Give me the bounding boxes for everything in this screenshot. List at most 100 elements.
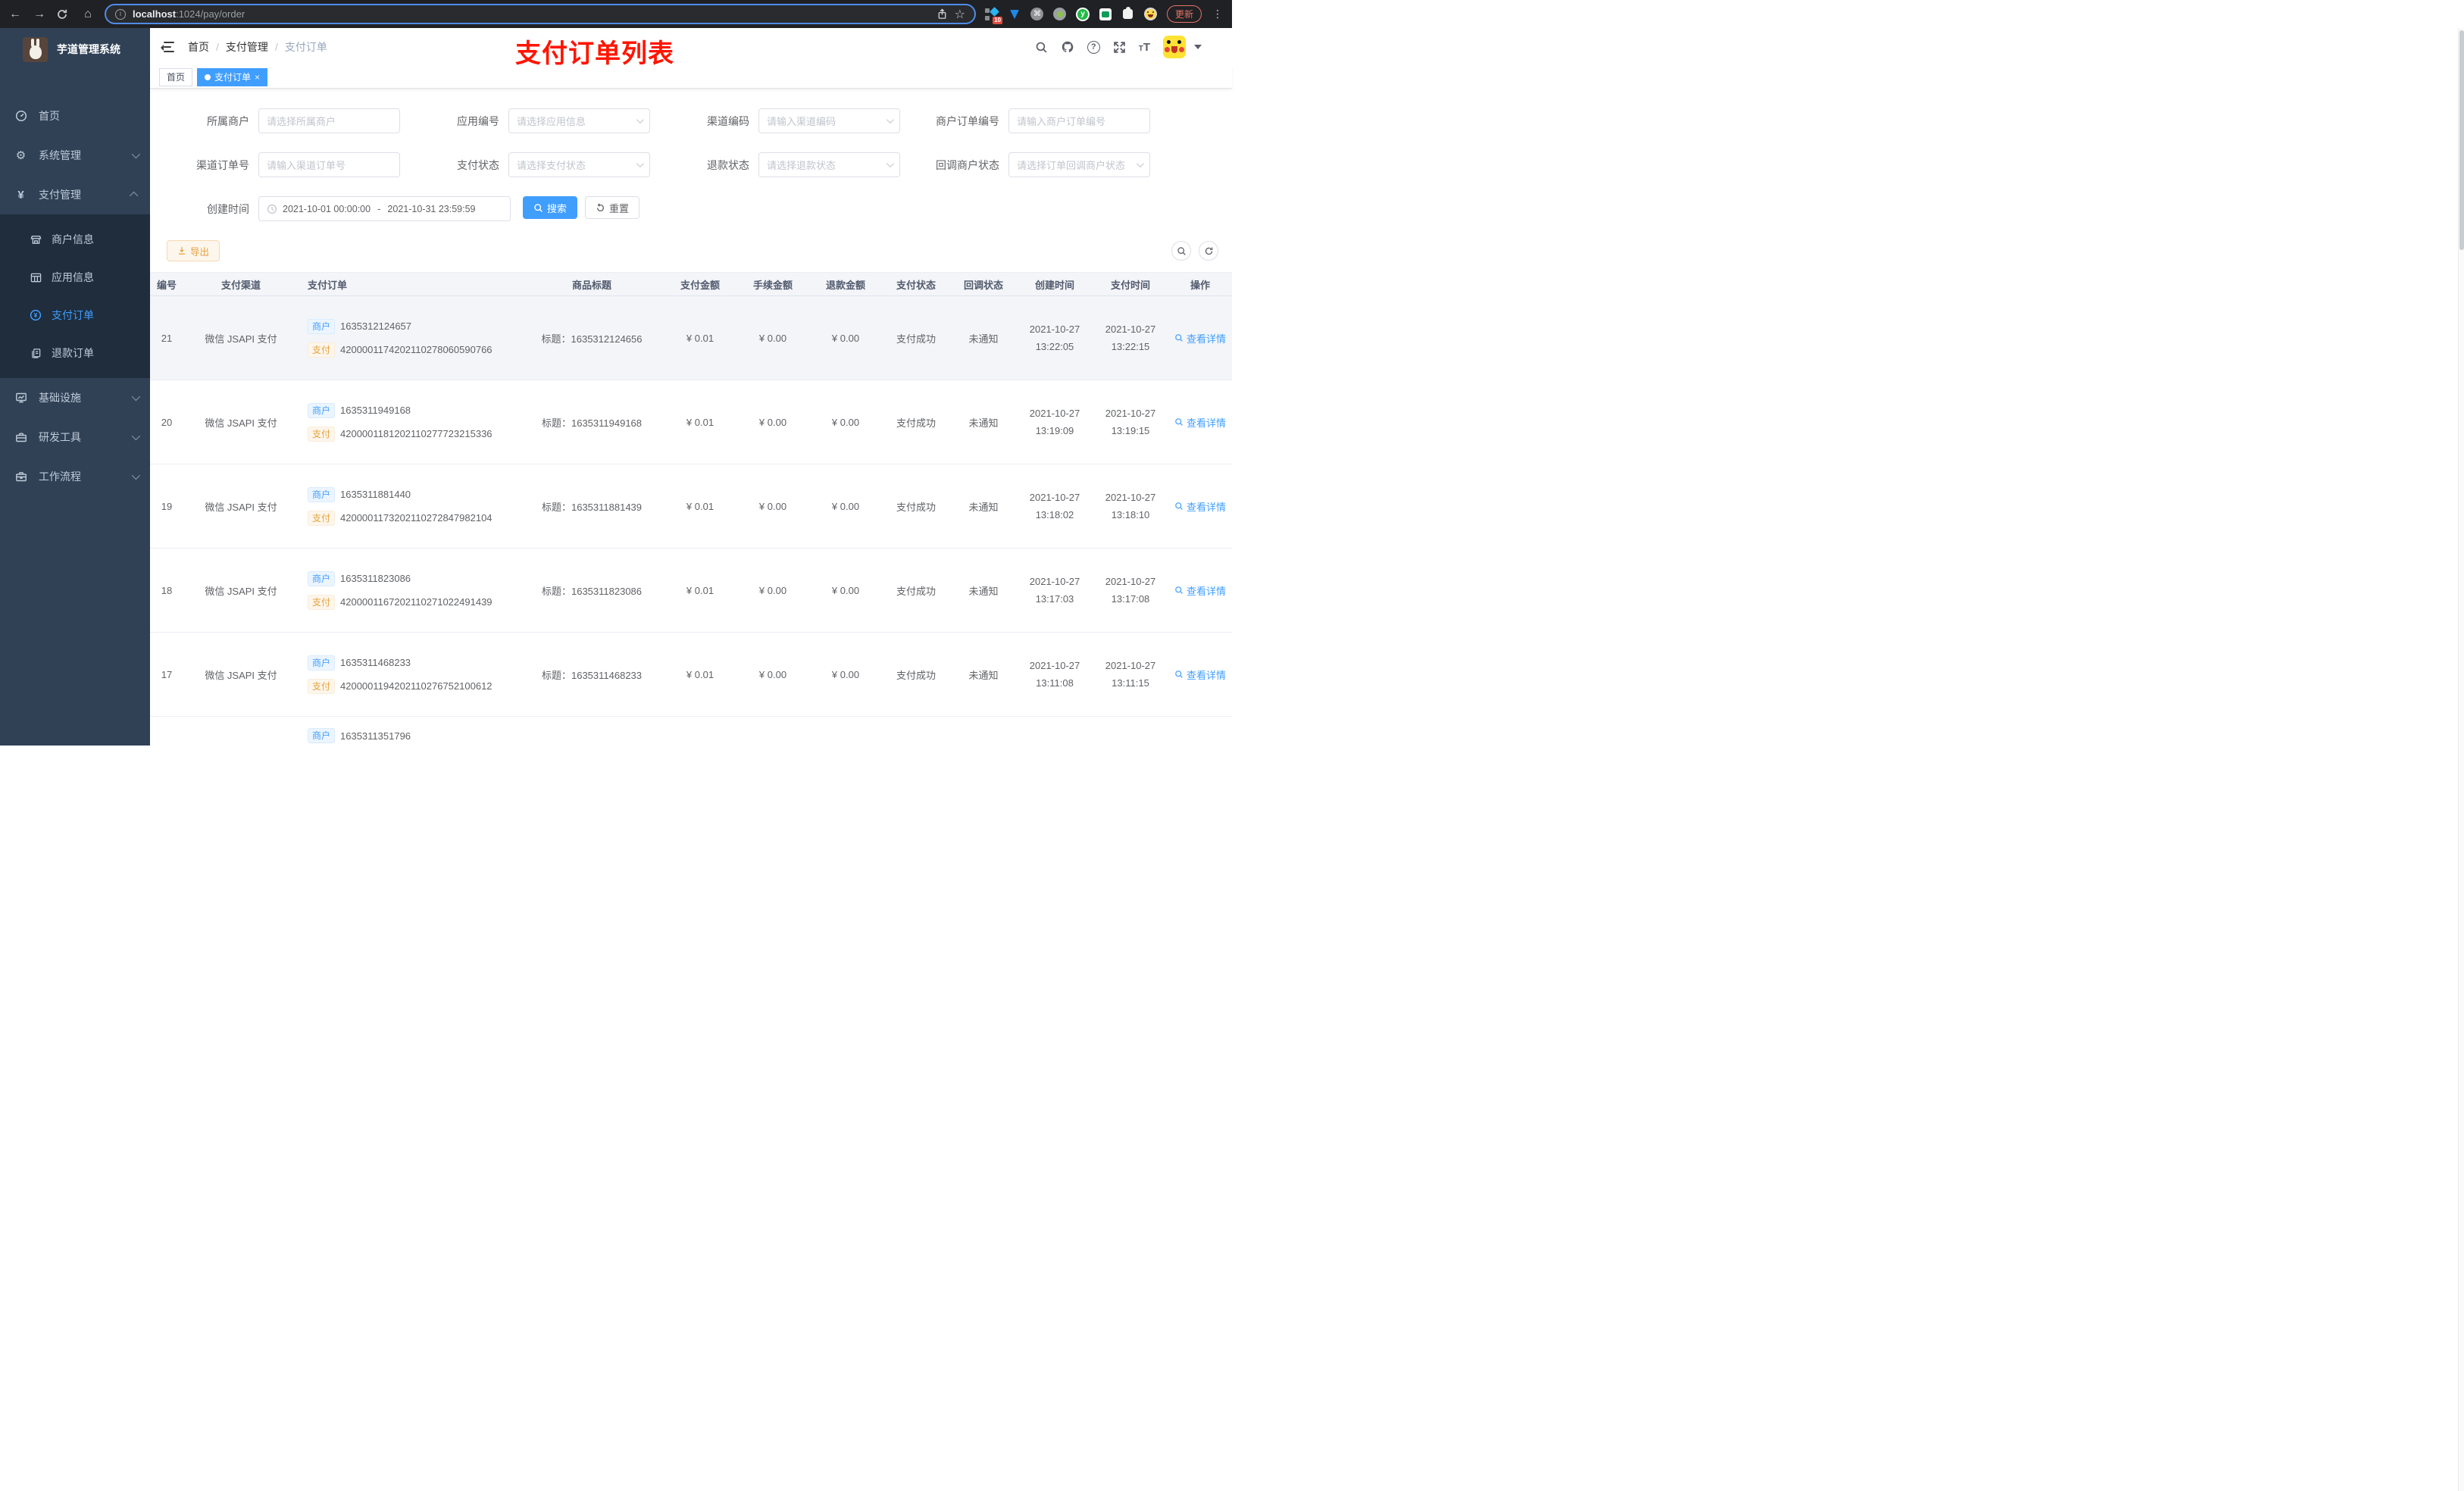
- hamburger-icon[interactable]: [161, 41, 174, 53]
- browser-forward-icon[interactable]: →: [32, 8, 47, 21]
- page-info-icon[interactable]: i: [115, 8, 126, 20]
- vertical-scrollbar: [2458, 28, 2464, 1491]
- sidebar-item-workflow[interactable]: 工作流程: [0, 457, 150, 496]
- tag-home[interactable]: 首页: [159, 67, 193, 86]
- channel-order-no-input[interactable]: 请输入渠道订单号: [258, 152, 400, 177]
- filter-merchant-order-no: 商户订单编号 请输入商户订单编号: [900, 108, 1150, 133]
- extension-puzzle-icon[interactable]: [1121, 7, 1135, 21]
- col-header-channel: 支付渠道: [220, 279, 261, 291]
- tag-pay-order[interactable]: 支付订单 ×: [197, 67, 268, 86]
- chevron-down-icon: [636, 116, 644, 124]
- sidebar-item-home[interactable]: 首页: [0, 96, 150, 136]
- search-icon[interactable]: [1035, 41, 1048, 54]
- app-select[interactable]: 请选择应用信息: [508, 108, 650, 133]
- cell-channel: 微信 JSAPI 支付: [205, 333, 277, 345]
- address-bar[interactable]: i localhost:1024/pay/order ☆: [105, 4, 976, 24]
- chevron-down-icon: [886, 160, 894, 168]
- sidebar-item-system[interactable]: ⚙ 系统管理: [0, 136, 150, 175]
- share-icon[interactable]: [937, 8, 948, 20]
- sidebar-item-label: 退款订单: [52, 347, 94, 359]
- cell-refund: ¥ 0.00: [831, 668, 860, 680]
- tag-close-icon[interactable]: ×: [255, 73, 260, 82]
- breadcrumb-pay[interactable]: 支付管理: [226, 39, 268, 55]
- bookmark-star-icon[interactable]: ☆: [955, 7, 965, 22]
- scrollbar-thumb[interactable]: [2459, 30, 2464, 250]
- channel-code-select[interactable]: 请输入渠道编码: [758, 108, 900, 133]
- sidebar-item-label: 研发工具: [39, 431, 81, 443]
- cell-fee: ¥ 0.00: [758, 500, 787, 512]
- cell-create-time: 2021-10-27 13:18:02: [1029, 491, 1080, 520]
- sidebar-item-dev-tools[interactable]: 研发工具: [0, 417, 150, 457]
- search-button-label: 搜索: [547, 202, 568, 214]
- extension-sketch-icon[interactable]: 10: [984, 6, 1002, 24]
- col-header-amount: 支付金额: [680, 279, 720, 291]
- view-detail-link[interactable]: 查看详情: [1168, 549, 1232, 632]
- sidebar-item-merchant-info[interactable]: 商户信息: [0, 220, 150, 258]
- avatar[interactable]: [1163, 36, 1186, 58]
- table-header-row: 编号 支付渠道 支付订单 商品标题 支付金额 手续金额 退款金额 支付状态 回调…: [150, 272, 1232, 296]
- cell-amount: ¥ 0.01: [686, 500, 714, 512]
- cell-fee: ¥ 0.00: [758, 668, 787, 680]
- view-detail-label: 查看详情: [1186, 585, 1226, 597]
- refresh-table-button[interactable]: [1199, 241, 1218, 261]
- merchant-order-no-input[interactable]: 请输入商户订单编号: [1008, 108, 1150, 133]
- reset-button[interactable]: 重置: [585, 196, 640, 219]
- browser-update-button[interactable]: 更新: [1166, 5, 1202, 23]
- show-search-toggle-button[interactable]: [1171, 241, 1191, 261]
- sidebar-item-refund-order[interactable]: 退款订单: [0, 334, 150, 372]
- filter-label: 所属商户: [207, 114, 249, 127]
- table-toolbar: 导出: [150, 240, 1232, 261]
- view-detail-link[interactable]: 查看详情: [1168, 380, 1232, 464]
- export-button[interactable]: 导出: [167, 240, 220, 261]
- cell-pay-time: 2021-10-27 13:11:15: [1105, 659, 1156, 689]
- page-content: 所属商户 请选择所属商户 应用编号 请选择应用信息 渠道编码 请输入渠道编码 商…: [150, 89, 1232, 746]
- filter-merchant: 所属商户 请选择所属商户: [150, 108, 400, 133]
- pay-status-select[interactable]: 请选择支付状态: [508, 152, 650, 177]
- sidebar-item-pay-order[interactable]: ¥ 支付订单: [0, 296, 150, 334]
- browser-reload-icon[interactable]: [56, 8, 71, 20]
- cell-channel: 微信 JSAPI 支付: [205, 669, 277, 681]
- shop-icon: [30, 234, 42, 245]
- chevron-down-icon: [131, 149, 141, 159]
- cell-amount: ¥ 0.01: [686, 332, 714, 344]
- extension-chat-icon[interactable]: [1099, 8, 1112, 21]
- view-detail-link[interactable]: 查看详情: [1168, 464, 1232, 548]
- sidebar-item-infra[interactable]: 基础设施: [0, 378, 150, 417]
- range-end: 2021-10-31 23:59:59: [387, 203, 476, 214]
- filter-create-time: 创建时间: [150, 196, 258, 221]
- font-size-icon[interactable]: TT: [1139, 41, 1150, 54]
- placeholder: 请选择应用信息: [517, 116, 586, 127]
- breadcrumb-home[interactable]: 首页: [188, 39, 209, 55]
- cell-pay-time: 2021-10-27 13:18:10: [1105, 491, 1156, 520]
- browser-back-icon[interactable]: ←: [8, 8, 23, 21]
- view-detail-label: 查看详情: [1186, 669, 1226, 681]
- toolbox-icon: [14, 431, 27, 443]
- avatar-caret-icon[interactable]: [1194, 45, 1202, 49]
- breadcrumb: 首页 / 支付管理 / 支付订单: [188, 39, 327, 55]
- callback-status-select[interactable]: 请选择订单回调商户状态: [1008, 152, 1150, 177]
- navbar-tools: ? TT: [1035, 36, 1202, 58]
- extension-y-icon[interactable]: y: [1075, 7, 1090, 21]
- help-icon[interactable]: ?: [1087, 40, 1100, 54]
- extension-gem-icon[interactable]: [1008, 8, 1021, 21]
- filter-channel-order-no: 渠道订单号 请输入渠道订单号: [150, 152, 400, 177]
- sidebar-item-pay[interactable]: ¥ 支付管理: [0, 175, 150, 214]
- view-detail-link[interactable]: 查看详情: [1168, 296, 1232, 380]
- extension-command-icon[interactable]: ⌘: [1030, 8, 1044, 21]
- search-button[interactable]: 搜索: [523, 196, 578, 219]
- extension-record-icon[interactable]: [1053, 8, 1067, 21]
- github-icon[interactable]: [1061, 40, 1074, 54]
- fullscreen-icon[interactable]: [1113, 41, 1126, 54]
- cell-title: 标题：1635311823086: [541, 585, 643, 597]
- extension-emoji-icon[interactable]: [1144, 8, 1158, 21]
- refund-status-select[interactable]: 请选择退款状态: [758, 152, 900, 177]
- sidebar-item-app-info[interactable]: 应用信息: [0, 258, 150, 296]
- create-time-range-picker[interactable]: 2021-10-01 00:00:00 - 2021-10-31 23:59:5…: [258, 196, 511, 221]
- filter-row-3: 创建时间 2021-10-01 00:00:00 - 2021-10-31 23…: [150, 196, 1232, 221]
- merchant-input[interactable]: 请选择所属商户: [258, 108, 400, 133]
- browser-menu-icon[interactable]: ⋮: [1211, 8, 1224, 20]
- cell-refund: ¥ 0.00: [831, 416, 860, 428]
- browser-home-icon[interactable]: ⌂: [80, 8, 95, 21]
- view-detail-link[interactable]: 查看详情: [1168, 633, 1232, 716]
- cell-pay-order: 商户 1635311351796: [299, 717, 520, 743]
